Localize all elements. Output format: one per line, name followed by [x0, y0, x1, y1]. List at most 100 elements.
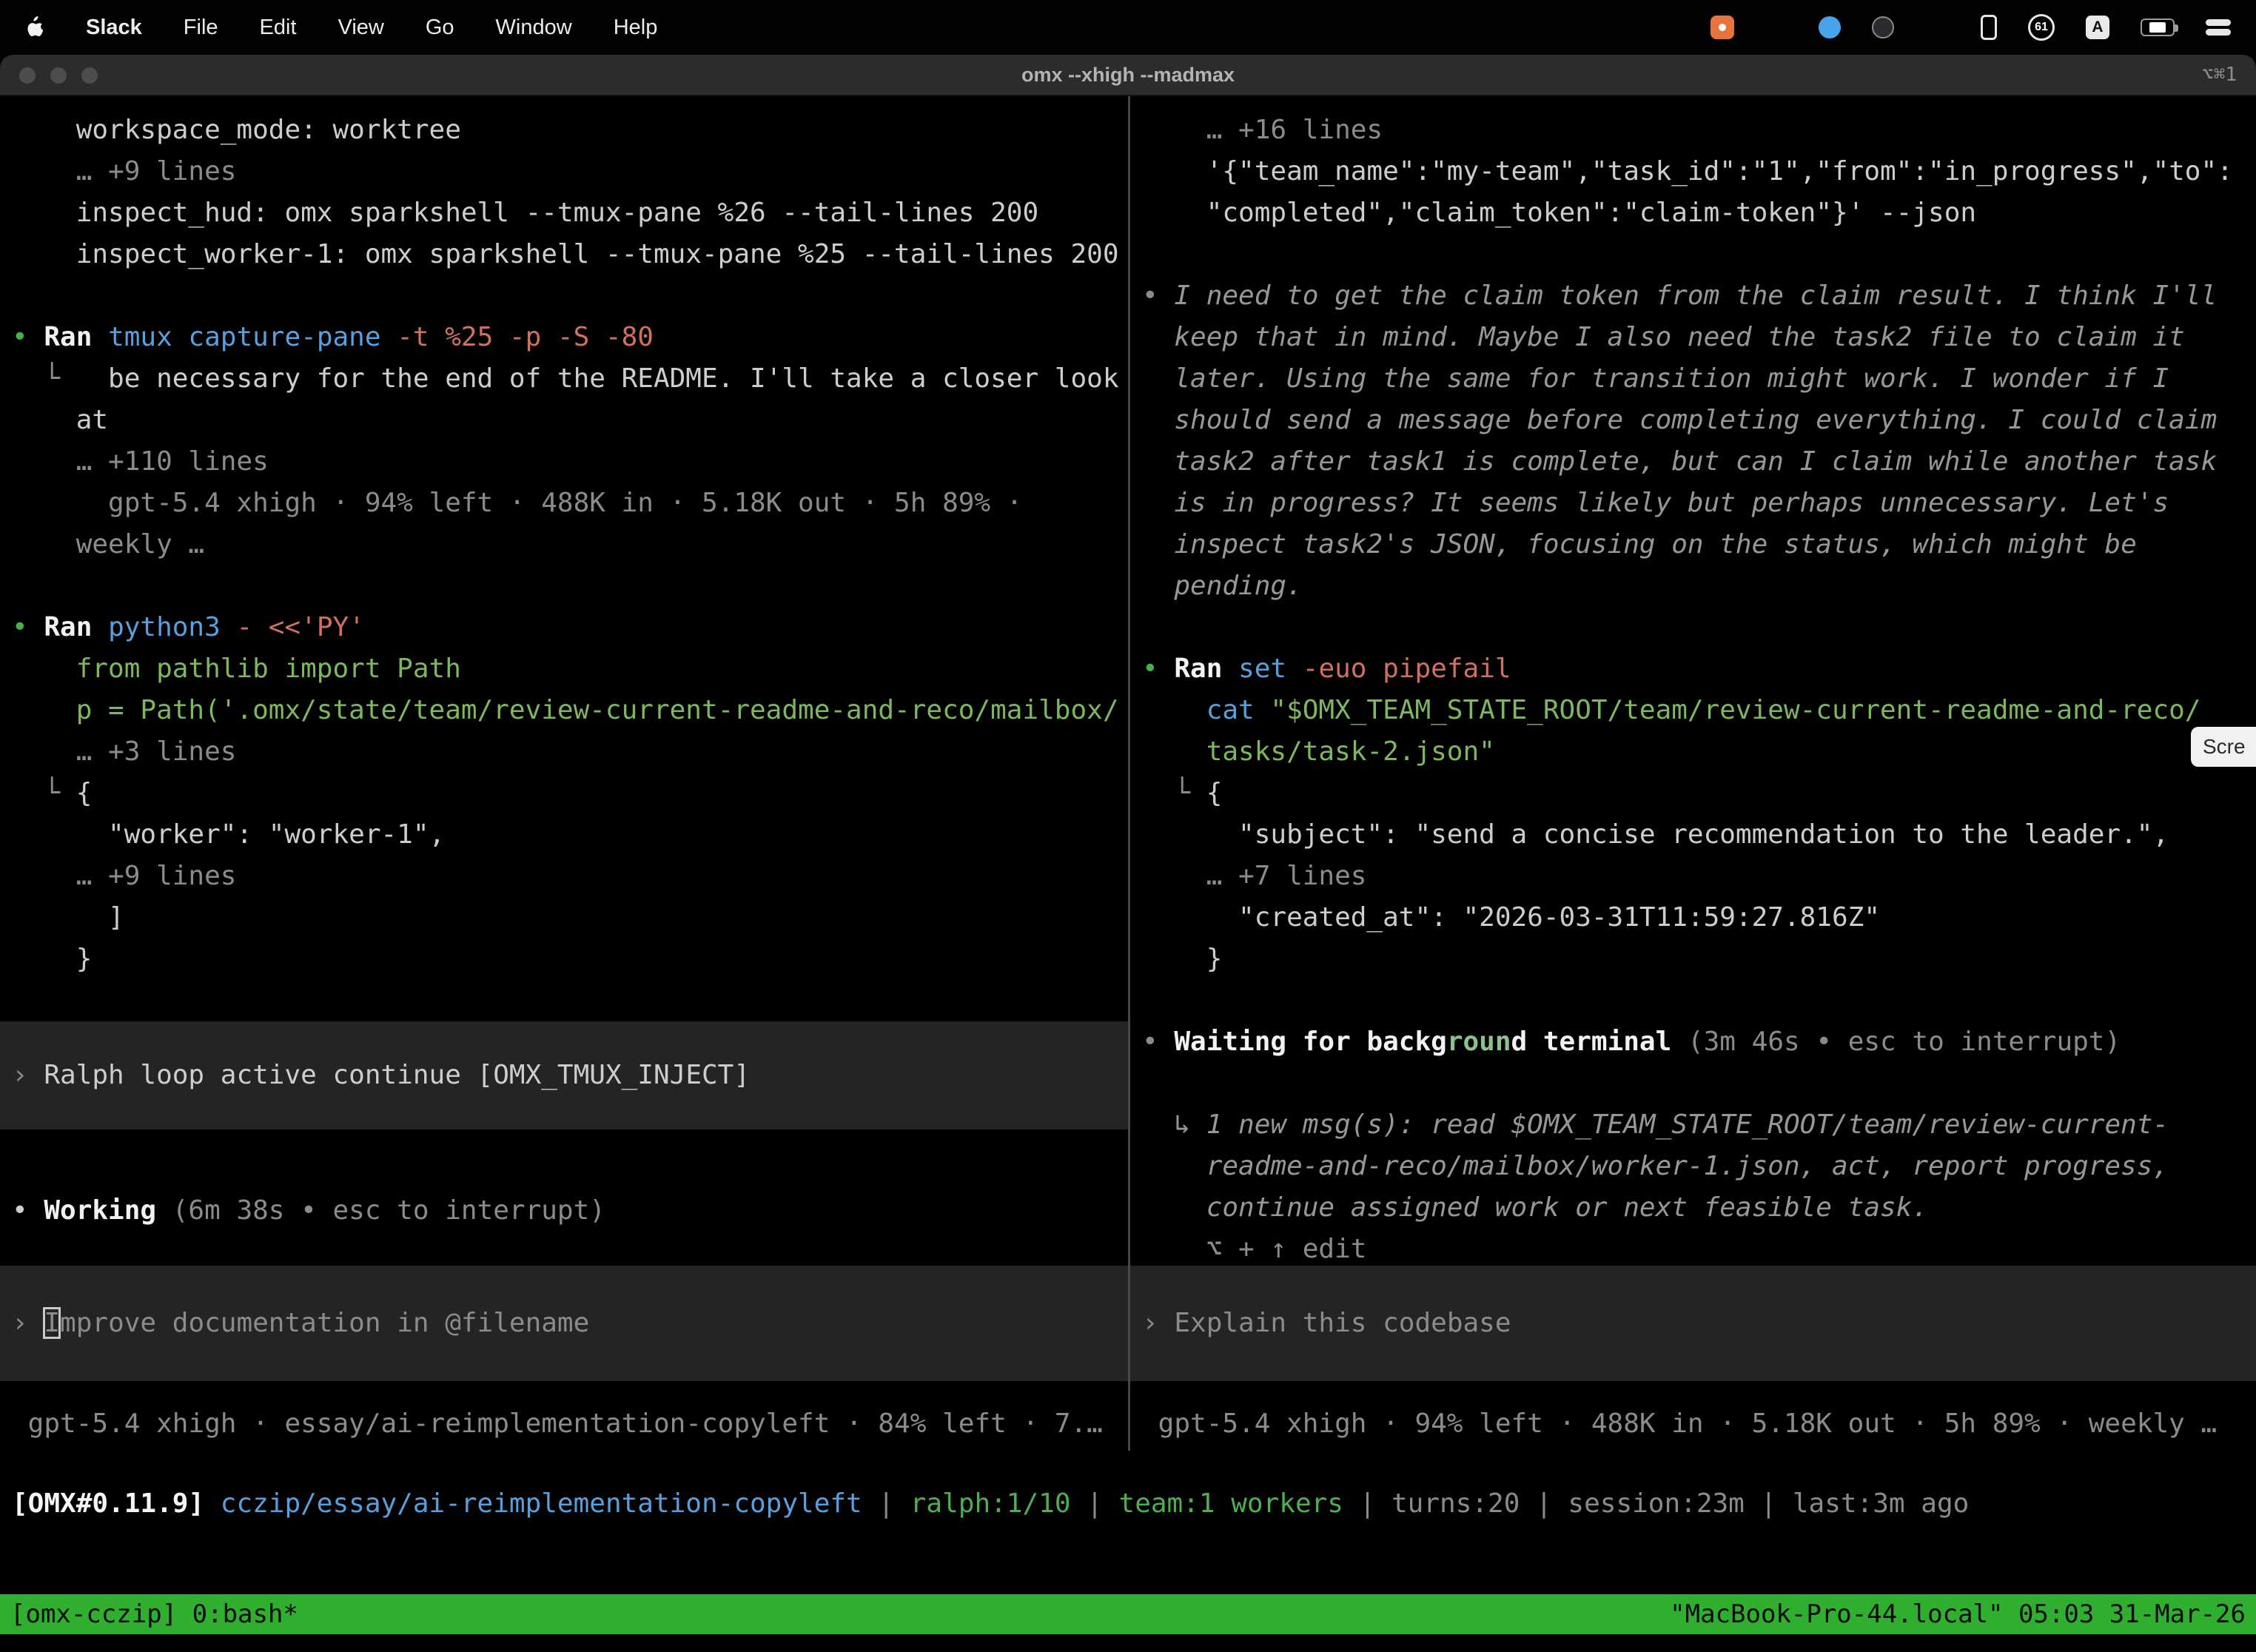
- menu-item-go[interactable]: Go: [426, 16, 454, 40]
- text-segment: be necessary for the end of the README. …: [108, 363, 1118, 394]
- dots-grid-icon[interactable]: [1925, 16, 1950, 40]
- text-segment: - <<'PY': [236, 612, 364, 642]
- text-segment: at: [12, 405, 108, 435]
- control-center-icon[interactable]: [2206, 18, 2231, 37]
- battery-icon[interactable]: [2141, 19, 2175, 36]
- text-segment: cat: [1142, 695, 1270, 725]
- window-grid-icon[interactable]: [1765, 16, 1787, 38]
- text-segment: {: [1206, 778, 1223, 808]
- terminal-line: readme-and-reco/mailbox/worker-1.json, a…: [1142, 1146, 2256, 1187]
- text-segment: {: [76, 778, 93, 808]
- terminal-line: "created_at": "2026-03-31T11:59:27.816Z": [1142, 897, 2256, 939]
- window-title: omx --xhigh --madmax: [1021, 64, 1235, 87]
- working-status-line: • Working (6m 38s • esc to interrupt): [12, 1190, 1128, 1232]
- text-segment: is in progress? It seems likely but perh…: [1142, 488, 2169, 518]
- right-model-status-line: gpt-5.4 xhigh · 94% left · 488K in · 5.1…: [1142, 1403, 2256, 1445]
- text-segment: pending.: [1142, 571, 1303, 601]
- text-segment: Ralph loop active continue [OMX_TMUX_INJ…: [44, 1060, 750, 1090]
- app-icon-dark[interactable]: [1872, 16, 1894, 38]
- text-segment: python3: [108, 612, 236, 642]
- inject-banner: › Ralph loop active continue [OMX_TMUX_I…: [0, 1021, 1128, 1129]
- text-segment: from pathlib import Path: [12, 654, 461, 684]
- text-segment: [12, 281, 28, 311]
- terminal-line: continue assigned work or next feasible …: [1142, 1187, 2256, 1229]
- text-segment: I need to get the claim token from the c…: [1174, 281, 2217, 311]
- app-icon-blue[interactable]: [1819, 16, 1841, 38]
- text-segment: [1142, 239, 1158, 269]
- zoom-button[interactable]: [81, 67, 98, 84]
- terminal-line: [OMX#0.11.9] cczip/essay/ai-reimplementa…: [12, 1483, 2256, 1525]
- menu-item-file[interactable]: File: [184, 16, 218, 40]
- terminal-line: • I need to get the claim token from the…: [1142, 275, 2256, 317]
- terminal-line: … +3 lines: [12, 731, 1128, 773]
- text-segment: [12, 571, 28, 601]
- input-source-icon[interactable]: A: [2086, 16, 2109, 39]
- text-segment: Ran: [44, 612, 108, 642]
- text-segment: inspect_worker-1: omx sparkshell --tmux-…: [12, 239, 1119, 269]
- terminal-line: from pathlib import Path: [12, 648, 1128, 690]
- text-segment: •: [1142, 281, 1174, 311]
- text-segment: •: [12, 1195, 44, 1226]
- text-segment: weekly …: [12, 529, 204, 560]
- apple-menu-icon[interactable]: [25, 16, 44, 38]
- right-pane[interactable]: … +16 lines '{"team_name":"my-team","tas…: [1130, 96, 2256, 1451]
- minimize-button[interactable]: [50, 67, 67, 84]
- left-prompt-input[interactable]: › Improve documentation in @filename: [0, 1266, 1128, 1381]
- terminal-line: later. Using the same for transition mig…: [1142, 358, 2256, 400]
- terminal-line: gpt-5.4 xhigh · 94% left · 488K in · 5.1…: [12, 483, 1128, 524]
- terminal-line: }: [12, 939, 1128, 980]
- text-segment: "created_at": "2026-03-31T11:59:27.816Z": [1142, 902, 1880, 933]
- text-segment: -t %25 -p -S -80: [397, 322, 654, 352]
- text-segment: [1142, 985, 1158, 1015]
- terminal-line: should send a message before completing …: [1142, 400, 2256, 441]
- screen-recording-indicator[interactable]: [1711, 16, 1734, 39]
- text-segment: "completed","claim_token":"claim-token"}…: [1142, 198, 1976, 228]
- text-segment: … +9 lines: [12, 861, 236, 891]
- terminal-line: • Ran set -euo pipefail: [1142, 648, 2256, 690]
- text-segment: └: [12, 778, 76, 808]
- terminal-line: gpt-5.4 xhigh · 94% left · 488K in · 5.1…: [1142, 1403, 2256, 1445]
- menu-app-name[interactable]: Slack: [86, 16, 142, 40]
- close-button[interactable]: [19, 67, 36, 84]
- tmux-session-window[interactable]: [omx-cczip] 0:bash*: [10, 1599, 298, 1629]
- menu-item-window[interactable]: Window: [496, 16, 572, 40]
- text-segment: team:1 workers: [1119, 1488, 1343, 1519]
- text-segment: └: [12, 363, 108, 394]
- terminal-line: '{"team_name":"my-team","task_id":"1","f…: [1142, 151, 2256, 192]
- menu-bar: Slack File Edit View Go Window Help 61 A: [0, 0, 2256, 55]
- text-segment: turns:20: [1391, 1488, 1520, 1519]
- terminal-line: … +110 lines: [12, 441, 1128, 483]
- left-pane[interactable]: workspace_mode: worktree … +9 lines insp…: [0, 96, 1128, 1451]
- text-segment: |: [1520, 1488, 1568, 1519]
- text-segment: keep that in mind. Maybe I also need the…: [1142, 322, 2185, 352]
- menu-item-help[interactable]: Help: [614, 16, 658, 40]
- terminal-line: [1142, 234, 2256, 275]
- text-segment: |: [862, 1488, 910, 1519]
- terminal-line: … +16 lines: [1142, 110, 2256, 151]
- battery-gauge-badge[interactable]: 61: [2028, 14, 2055, 41]
- text-segment: session:23m: [1568, 1488, 1744, 1519]
- right-prompt-input[interactable]: › Explain this codebase: [1130, 1266, 2256, 1381]
- text-segment: tmux capture-pane: [108, 322, 397, 352]
- menu-item-view[interactable]: View: [338, 16, 384, 40]
- text-segment: cczip/essay/ai-reimplementation-copyleft: [221, 1488, 862, 1519]
- window-shortcut-hint: ⌥⌘1: [2202, 64, 2237, 86]
- text-segment: [1142, 612, 1158, 642]
- menu-item-edit[interactable]: Edit: [260, 16, 297, 40]
- text-segment: workspace_mode: worktree: [12, 115, 461, 145]
- text-segment: ↳: [1142, 1109, 1206, 1140]
- terminal-line: • Waiting for background terminal (3m 46…: [1142, 1021, 2256, 1063]
- text-segment: inspect task2's JSON, focusing on the st…: [1142, 529, 2137, 560]
- tmux-status-bar: [omx-cczip] 0:bash* "MacBook-Pro-44.loca…: [0, 1594, 2256, 1634]
- text-segment: set: [1238, 654, 1303, 684]
- text-segment: gpt-5.4 xhigh · essay/ai-reimplementatio…: [12, 1408, 1103, 1439]
- text-segment: ralph:1/10: [910, 1488, 1071, 1519]
- left-pane-output: workspace_mode: worktree … +9 lines insp…: [0, 96, 1128, 980]
- text-segment: [1142, 1068, 1158, 1098]
- text-segment: [OMX#0.11.9]: [12, 1488, 221, 1519]
- phone-icon[interactable]: [1981, 15, 1997, 40]
- screen-overlay-tooltip: Scre: [2191, 727, 2256, 767]
- text-segment: •: [1142, 654, 1174, 684]
- text-segment: ›: [12, 1308, 44, 1338]
- text-segment: •: [12, 612, 44, 642]
